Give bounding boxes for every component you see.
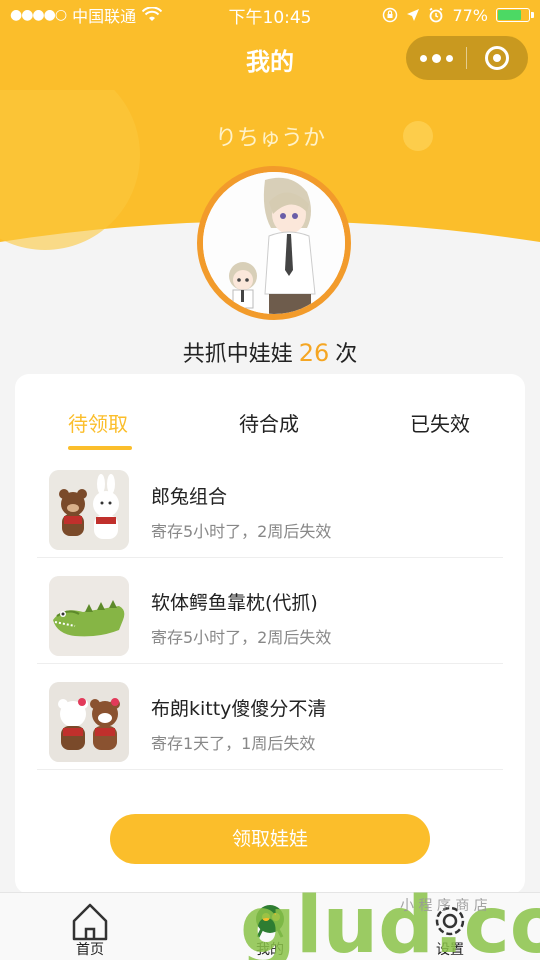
- profile-icon: [256, 905, 284, 938]
- claim-dolls-button[interactable]: 领取娃娃: [110, 814, 430, 864]
- product-thumbnail: [49, 682, 129, 762]
- storage-status: 寄存1天了，1周后失效: [151, 734, 316, 753]
- username: りちゅうか: [214, 126, 325, 151]
- more-dot-icon: [431, 53, 441, 63]
- product-name: 布朗kitty傻傻分不清: [151, 698, 327, 720]
- tabbar-label: 首页: [76, 942, 104, 958]
- bottom-tab-bar: 首页 我的 设置: [0, 892, 540, 960]
- home-icon: [72, 903, 108, 941]
- close-mini-program-button[interactable]: [467, 36, 527, 80]
- catch-count-summary: 共抓中娃娃 26 次: [0, 336, 540, 368]
- tab-expired[interactable]: 已失效: [410, 408, 470, 437]
- catch-count-suffix: 次: [335, 342, 358, 367]
- active-tab-indicator: [68, 446, 132, 450]
- location-icon: [407, 9, 420, 21]
- list-item[interactable]: 软体鳄鱼靠枕(代抓) 寄存5小时了，2周后失效: [37, 558, 503, 664]
- list-item[interactable]: 布朗kitty傻傻分不清 寄存1天了，1周后失效: [37, 664, 503, 770]
- avatar[interactable]: [197, 166, 351, 320]
- more-options-button[interactable]: [406, 36, 466, 80]
- more-dot-icon: [419, 54, 427, 62]
- carrier-name: 中国联通: [72, 7, 137, 26]
- status-bar: ●●●●○ 中国联通 下午10:45 77%: [0, 0, 540, 30]
- nav-bar: 我的: [0, 30, 540, 90]
- list-item[interactable]: 郎兔组合 寄存5小时了，2周后失效: [37, 452, 503, 558]
- gear-icon: [435, 906, 465, 936]
- tabbar-item-settings[interactable]: 设置: [410, 897, 490, 959]
- tab-pending-claim[interactable]: 待领取: [68, 408, 128, 437]
- product-name: 郎兔组合: [151, 486, 228, 508]
- tab-pending-merge[interactable]: 待合成: [239, 408, 299, 437]
- wifi-icon: [142, 7, 163, 21]
- target-icon: [485, 46, 509, 70]
- storage-status: 寄存5小时了，2周后失效: [151, 628, 332, 647]
- alarm-icon: [429, 7, 443, 23]
- avatar-image: [203, 172, 345, 314]
- tabbar-label: 我的: [256, 942, 284, 958]
- status-tabs: 待领取 待合成 已失效: [15, 374, 525, 452]
- tabbar-label: 设置: [436, 942, 464, 958]
- mini-program-capsule: [406, 36, 528, 80]
- tabbar-item-home[interactable]: 首页: [50, 897, 130, 959]
- product-thumbnail: [49, 470, 129, 550]
- storage-status: 寄存5小时了，2周后失效: [151, 522, 332, 541]
- product-name: 软体鳄鱼靠枕(代抓): [151, 592, 318, 614]
- more-dot-icon: [445, 54, 453, 62]
- tabbar-item-profile[interactable]: 我的: [230, 897, 310, 959]
- catch-count-number: 26: [298, 339, 330, 367]
- rotation-lock-icon: [383, 7, 398, 23]
- product-thumbnail: [49, 576, 129, 656]
- catch-count-prefix: 共抓中娃娃: [182, 342, 293, 367]
- battery-percent: 77%: [452, 5, 488, 25]
- signal-icon: ●●●●○: [10, 7, 67, 23]
- battery-icon: [496, 8, 534, 22]
